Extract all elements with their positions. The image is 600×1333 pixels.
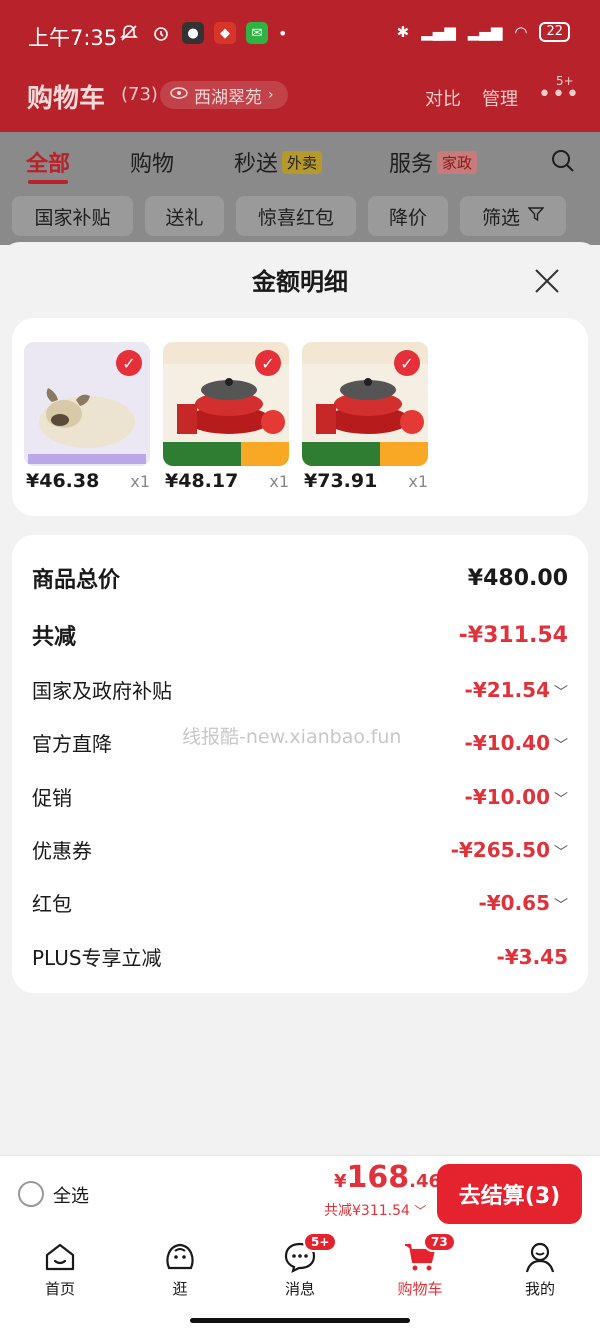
nav-cart[interactable]: 73 购物车 xyxy=(380,1232,460,1299)
wifi-icon: ◠ xyxy=(514,23,528,41)
signal-icon: ▂▄▆ xyxy=(421,23,456,41)
battery-icon: 22 xyxy=(539,22,570,42)
filter-gift[interactable]: 送礼 xyxy=(145,196,224,236)
wechat-icon: ✉ xyxy=(246,22,268,44)
chevron-down-icon: ﹀ xyxy=(554,791,568,808)
nav-home[interactable]: 首页 xyxy=(20,1240,100,1299)
cart-icon: 73 xyxy=(403,1232,456,1274)
product-price: ¥48.17 xyxy=(165,470,239,492)
cart-count: (73) xyxy=(121,84,158,105)
status-notification-icons: ● ◆ ✉ • xyxy=(118,22,287,44)
select-all-radio[interactable] xyxy=(18,1181,44,1207)
selected-check-icon[interactable]: ✓ xyxy=(255,350,281,376)
product-price: ¥73.91 xyxy=(304,470,378,492)
tab-services-label: 服务 xyxy=(389,152,434,177)
plush-dog-image: ✓ xyxy=(24,342,150,466)
product-price: ¥46.38 xyxy=(26,470,100,492)
breakdown-row-red-packet[interactable]: 红包 -¥0.65 ﹀ xyxy=(32,888,568,917)
watermark: 线报酷-new.xianbao.fun xyxy=(182,726,402,748)
more-badge: 5+ xyxy=(556,74,574,88)
bluetooth-icon: ✱ xyxy=(396,23,410,41)
home-icon xyxy=(43,1240,77,1274)
browse-face-icon xyxy=(163,1240,197,1274)
nav-profile[interactable]: 我的 xyxy=(500,1240,580,1299)
sheet-title: 金额明细 xyxy=(252,268,348,296)
home-indicator[interactable] xyxy=(190,1318,410,1323)
breakdown-row-total-discount: 共减 -¥311.54 xyxy=(32,622,568,651)
breakdown-row-subsidy[interactable]: 国家及政府补贴 -¥21.54 ﹀ xyxy=(32,675,568,704)
filter-national-subsidy[interactable]: 国家补贴 xyxy=(12,196,133,236)
chevron-down-icon: ﹀ xyxy=(554,684,568,701)
chevron-down-icon: ﹀ xyxy=(554,844,568,861)
app-notification-icon: ● xyxy=(182,22,204,44)
tab-active-indicator xyxy=(28,180,68,184)
signal-icon: ▂▄▆ xyxy=(467,23,503,41)
search-icon[interactable] xyxy=(550,148,576,178)
breakdown-row-promotion[interactable]: 促销 -¥10.00 ﹀ xyxy=(32,782,568,811)
product-qty: x1 xyxy=(130,472,150,491)
status-system-icons: ✱ ▂▄▆ ▂▄▆ ◠ 22 xyxy=(397,22,570,42)
tab-shopping[interactable]: 购物 xyxy=(130,146,174,178)
tab-instant-label: 秒送 xyxy=(234,152,279,177)
red-pot-set-image: ✓ xyxy=(163,342,289,466)
chevron-right-icon: › xyxy=(268,87,274,103)
tab-tag-takeout: 外卖 xyxy=(282,151,323,174)
chevron-down-icon: ﹀ xyxy=(414,1204,427,1218)
profile-icon xyxy=(523,1240,557,1274)
status-bar: 上午7:35 ● ◆ ✉ • ✱ ▂▄▆ ▂▄▆ ◠ 22 xyxy=(0,0,600,70)
compare-button[interactable]: 对比 xyxy=(425,85,461,111)
manage-button[interactable]: 管理 xyxy=(482,85,518,111)
tab-services[interactable]: 服务 家政 xyxy=(389,146,478,178)
filter-funnel-icon xyxy=(527,205,545,227)
eye-icon xyxy=(170,85,188,105)
filter-label: 筛选 xyxy=(481,206,520,229)
total-price: ¥168.46 xyxy=(334,1160,442,1195)
app-notification-icon: ◆ xyxy=(214,22,236,44)
selected-check-icon[interactable]: ✓ xyxy=(394,350,420,376)
bell-off-icon xyxy=(118,22,140,44)
tab-instant-delivery[interactable]: 秒送 外卖 xyxy=(234,146,323,178)
breakdown-row-subtotal: 商品总价 ¥480.00 xyxy=(32,565,568,594)
total-saved[interactable]: 共减¥311.54 ﹀ xyxy=(324,1200,426,1220)
tab-all[interactable]: 全部 xyxy=(26,146,70,178)
checkout-button[interactable]: 去结算(3) xyxy=(437,1164,582,1224)
chevron-down-icon: ﹀ xyxy=(554,897,568,914)
breakdown-row-coupon[interactable]: 优惠券 -¥265.50 ﹀ xyxy=(32,835,568,864)
alarm-icon xyxy=(150,22,172,44)
nav-messages[interactable]: 5+ 消息 xyxy=(260,1232,340,1299)
location-label: 西湖翠苑 xyxy=(194,87,262,108)
product-item[interactable]: ✓ ¥46.38 x1 xyxy=(24,342,152,492)
status-time: 上午7:35 xyxy=(28,26,118,50)
page-title: 购物车 xyxy=(27,84,106,114)
filter-red-packet[interactable]: 惊喜红包 xyxy=(236,196,356,236)
message-badge: 5+ xyxy=(303,1232,338,1252)
filter-price-drop[interactable]: 降价 xyxy=(368,196,448,236)
nav-browse[interactable]: 逛 xyxy=(140,1240,220,1299)
price-breakdown-card xyxy=(12,535,588,993)
select-all-label[interactable]: 全选 xyxy=(53,1182,89,1208)
selected-check-icon[interactable]: ✓ xyxy=(116,350,142,376)
chevron-down-icon: ﹀ xyxy=(554,737,568,754)
product-item[interactable]: ✓ ¥73.91 x1 xyxy=(302,342,430,492)
breakdown-row-plus: PLUS专享立减 -¥3.45 xyxy=(32,944,568,971)
tab-tag-housekeeping: 家政 xyxy=(437,151,478,174)
product-item[interactable]: ✓ ¥48.17 x1 xyxy=(163,342,291,492)
message-icon: 5+ xyxy=(283,1232,338,1274)
product-qty: x1 xyxy=(408,472,428,491)
close-icon[interactable] xyxy=(532,266,562,296)
red-pot-set-image: ✓ xyxy=(302,342,428,466)
more-notifications-icon: • xyxy=(278,23,288,43)
cart-badge: 73 xyxy=(423,1232,456,1252)
product-qty: x1 xyxy=(269,472,289,491)
filter-button[interactable]: 筛选 xyxy=(460,196,566,236)
location-selector[interactable]: 西湖翠苑 › xyxy=(160,81,288,109)
